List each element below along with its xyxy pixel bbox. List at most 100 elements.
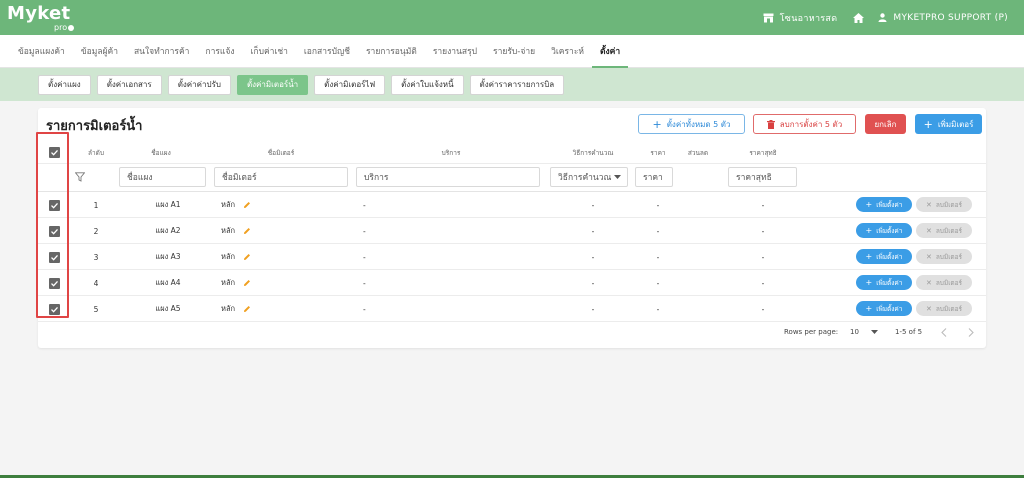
nav-item-vendor-info[interactable]: ข้อมูลผู้ค้า bbox=[73, 35, 126, 68]
delete-meter-label: ลบมิเตอร์ bbox=[935, 200, 963, 209]
row-price: - bbox=[656, 200, 660, 210]
caret-down-icon bbox=[870, 330, 878, 334]
close-icon: ✕ bbox=[925, 252, 932, 261]
delete-meter-button[interactable]: ✕ ลบมิเตอร์ bbox=[916, 275, 972, 290]
row-index: 3 bbox=[93, 252, 99, 262]
nav-item-settings[interactable]: ตั้งค่า bbox=[592, 35, 629, 68]
nav-item-reports[interactable]: รายงานสรุป bbox=[425, 35, 485, 68]
prev-page-icon[interactable] bbox=[941, 321, 947, 343]
subtab-fine-settings[interactable]: ตั้งค่าค่าปรับ bbox=[167, 74, 231, 95]
delete-meter-label: ลบมิเตอร์ bbox=[935, 304, 963, 313]
filter-net-input[interactable]: ราคาสุทธิ bbox=[728, 167, 797, 187]
top-right-area: โซนอาหารสด MYKETPRO SUPPORT (P) bbox=[763, 0, 1008, 35]
delete-meter-button[interactable]: ✕ ลบมิเตอร์ bbox=[916, 223, 972, 238]
edit-pencil-icon[interactable] bbox=[243, 279, 251, 287]
edit-pencil-icon[interactable] bbox=[243, 305, 251, 313]
edit-pencil-icon[interactable] bbox=[243, 201, 251, 209]
nav-item-analytics[interactable]: วิเคราะห์ bbox=[543, 35, 592, 68]
filter-price-input[interactable]: ราคา bbox=[635, 167, 673, 187]
table-row: 4 แผง A4 หลัก - - - - + เพิ่มตั้งค่า ✕ ลบม… bbox=[38, 270, 986, 296]
col-header-net: ราคาสุทธิ bbox=[749, 149, 777, 157]
add-meter-button[interactable]: + เพิ่มมิเตอร์ bbox=[915, 114, 982, 134]
filter-meter-input[interactable]: ชื่อมิเตอร์ bbox=[214, 167, 348, 187]
filter-calc-select[interactable]: วิธีการคำนวณ bbox=[550, 167, 628, 187]
row-service: - bbox=[363, 226, 366, 236]
pagination: Rows per page: 10 1-5 of 5 bbox=[38, 321, 986, 343]
nav-item-interested[interactable]: สนใจทำการค้า bbox=[126, 35, 197, 68]
nav-item-approvals[interactable]: รายการอนุมัติ bbox=[358, 35, 425, 68]
col-header-booth: ชื่อแผง bbox=[151, 149, 171, 157]
row-price: - bbox=[656, 252, 660, 262]
subtab-water-meter-settings[interactable]: ตั้งค่ามิเตอร์น้ำ bbox=[236, 74, 309, 95]
row-calc: - bbox=[591, 226, 595, 236]
add-setting-button[interactable]: + เพิ่มตั้งค่า bbox=[856, 197, 912, 212]
row-price: - bbox=[656, 226, 660, 236]
row-booth: แผง A2 bbox=[155, 226, 181, 235]
user-name: MYKETPRO SUPPORT (P) bbox=[893, 12, 1008, 23]
add-setting-label: เพิ่มตั้งค่า bbox=[876, 226, 903, 235]
subtab-bill-price-settings[interactable]: ตั้งค่าราคารายการบิล bbox=[469, 74, 565, 95]
delete-meter-button[interactable]: ✕ ลบมิเตอร์ bbox=[916, 301, 972, 316]
row-meter: หลัก bbox=[221, 296, 251, 322]
table-row: 1 แผง A1 หลัก - - - - + เพิ่มตั้งค่า ✕ ลบม… bbox=[38, 192, 986, 218]
cancel-button[interactable]: ยกเลิก bbox=[865, 114, 906, 134]
nav-item-booth-info[interactable]: ข้อมูลแผงค้า bbox=[10, 35, 73, 68]
row-calc: - bbox=[591, 200, 595, 210]
nav-item-notify[interactable]: การแจ้ง bbox=[197, 35, 242, 68]
nav-item-income-expense[interactable]: รายรับ-จ่าย bbox=[485, 35, 543, 68]
next-page-icon[interactable] bbox=[968, 321, 974, 343]
meter-name: หลัก bbox=[221, 278, 236, 287]
user-menu[interactable]: MYKETPRO SUPPORT (P) bbox=[878, 13, 1008, 23]
row-net: - bbox=[761, 200, 765, 210]
subtab-invoice-settings[interactable]: ตั้งค่าใบแจ้งหนี้ bbox=[391, 74, 464, 95]
add-setting-label: เพิ่มตั้งค่า bbox=[876, 304, 903, 313]
subtab-electric-meter-settings[interactable]: ตั้งค่ามิเตอร์ไฟ bbox=[314, 74, 386, 95]
meter-name: หลัก bbox=[221, 252, 236, 261]
col-header-service: บริการ bbox=[441, 149, 461, 157]
table-row: 5 แผง A5 หลัก - - - - + เพิ่มตั้งค่า ✕ ลบม… bbox=[38, 296, 986, 322]
row-meter: หลัก bbox=[221, 270, 251, 296]
table-row: 3 แผง A3 หลัก - - - - + เพิ่มตั้งค่า ✕ ลบม… bbox=[38, 244, 986, 270]
rows-per-page-select[interactable]: 10 bbox=[850, 321, 878, 343]
row-price: - bbox=[656, 304, 660, 314]
home-icon[interactable] bbox=[853, 12, 865, 23]
row-net: - bbox=[761, 278, 765, 288]
shop-name: โซนอาหารสด bbox=[779, 13, 838, 24]
nav-item-rent[interactable]: เก็บค่าเช่า bbox=[243, 35, 296, 68]
subtab-document-settings[interactable]: ตั้งค่าเอกสาร bbox=[96, 74, 162, 95]
filter-service-input[interactable]: บริการ bbox=[356, 167, 540, 187]
edit-pencil-icon[interactable] bbox=[243, 227, 251, 235]
store-icon bbox=[763, 13, 774, 23]
delete-meter-button[interactable]: ✕ ลบมิเตอร์ bbox=[916, 249, 972, 264]
rows-per-page-value: 10 bbox=[850, 328, 859, 336]
user-icon bbox=[878, 13, 887, 22]
add-setting-label: เพิ่มตั้งค่า bbox=[876, 252, 903, 261]
plus-icon: + bbox=[652, 117, 662, 131]
add-setting-button[interactable]: + เพิ่มตั้งค่า bbox=[856, 275, 912, 290]
row-index: 4 bbox=[93, 278, 99, 288]
col-header-meter: ชื่อมิเตอร์ bbox=[267, 149, 295, 157]
delete-all-label: ลบการตั้งค่า 5 ตัว bbox=[779, 119, 843, 129]
subtab-booth-settings[interactable]: ตั้งค่าแผง bbox=[38, 74, 91, 95]
delete-all-settings-button[interactable]: ลบการตั้งค่า 5 ตัว bbox=[753, 114, 856, 134]
myket-logo[interactable]: Myket pro bbox=[7, 3, 77, 33]
filter-booth-input[interactable]: ชื่อแผง bbox=[119, 167, 206, 187]
edit-pencil-icon[interactable] bbox=[243, 253, 251, 261]
plus-icon: + bbox=[865, 304, 873, 313]
row-meter: หลัก bbox=[221, 192, 251, 218]
shop-selector[interactable]: โซนอาหารสด bbox=[763, 11, 838, 25]
rows-per-page-label: Rows per page: bbox=[784, 328, 839, 336]
row-net: - bbox=[761, 252, 765, 262]
add-setting-button[interactable]: + เพิ่มตั้งค่า bbox=[856, 249, 912, 264]
row-service: - bbox=[363, 304, 366, 314]
set-all-button[interactable]: + ตั้งค่าทั้งหมด 5 ตัว bbox=[638, 114, 745, 134]
add-setting-button[interactable]: + เพิ่มตั้งค่า bbox=[856, 223, 912, 238]
plus-icon: + bbox=[865, 200, 873, 209]
nav-item-accounting-docs[interactable]: เอกสารบัญชี bbox=[296, 35, 358, 68]
row-index: 2 bbox=[93, 226, 99, 236]
row-calc: - bbox=[591, 304, 595, 314]
logo-sub-text: pro bbox=[54, 23, 68, 32]
delete-meter-button[interactable]: ✕ ลบมิเตอร์ bbox=[916, 197, 972, 212]
filter-icon[interactable] bbox=[75, 172, 85, 182]
add-setting-button[interactable]: + เพิ่มตั้งค่า bbox=[856, 301, 912, 316]
